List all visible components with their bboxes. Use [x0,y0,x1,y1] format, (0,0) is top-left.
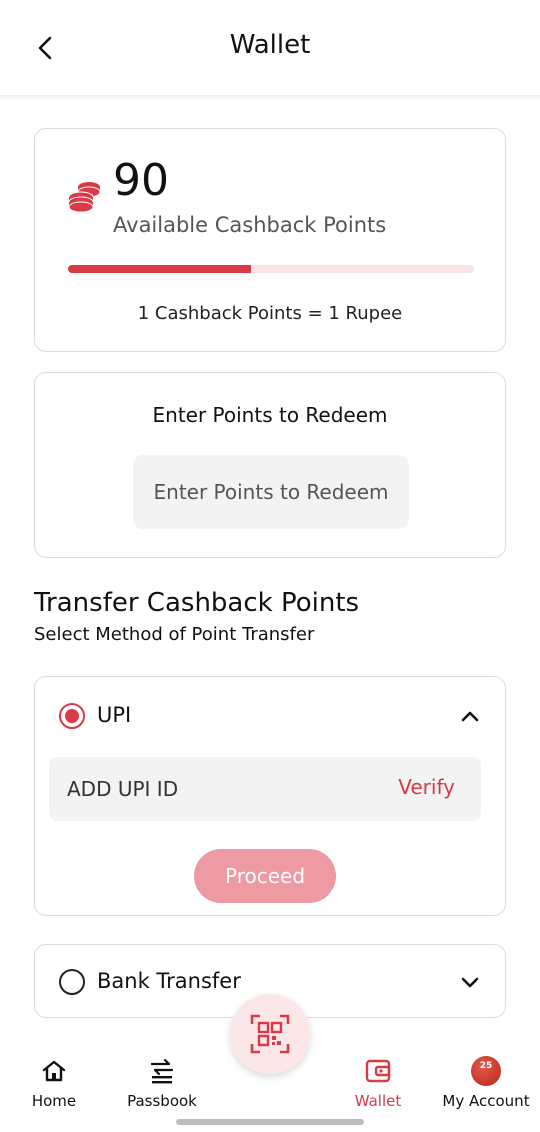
redeem-card: Enter Points to Redeem [34,372,506,558]
nav-wallet-label: Wallet [354,1092,402,1110]
proceed-button[interactable]: Proceed [194,849,336,903]
avatar-badge: 25 [479,1061,493,1071]
nav-wallet[interactable]: Wallet [348,1056,408,1110]
transfer-section-subtitle: Select Method of Point Transfer [34,624,315,645]
app-header: Wallet [0,0,540,96]
upi-id-field-container: Verify [49,757,481,821]
points-label: Available Cashback Points [113,213,387,237]
progress-fill [68,265,251,273]
upi-id-input[interactable] [67,757,367,821]
bank-transfer-label: Bank Transfer [97,969,241,993]
home-icon [42,1060,66,1082]
bank-transfer-radio[interactable] [59,969,85,995]
coins-icon [68,182,101,213]
transfer-section-title: Transfer Cashback Points [34,588,360,618]
upi-radio[interactable] [59,703,85,729]
nav-passbook[interactable]: Passbook [122,1056,202,1110]
points-value: 90 [113,155,169,206]
qr-scan-button[interactable] [230,994,310,1074]
redeem-title: Enter Points to Redeem [152,403,388,427]
chevron-up-icon[interactable] [459,705,481,727]
home-indicator [176,1119,364,1125]
nav-home-label: Home [31,1092,77,1110]
redeem-points-input[interactable] [133,455,409,529]
upi-label: UPI [97,703,132,727]
avatar: 25 [471,1056,501,1086]
points-progress-bar [68,265,474,273]
nav-passbook-label: Passbook [127,1092,197,1110]
page-title: Wallet [229,30,311,60]
verify-button[interactable]: Verify [398,775,455,799]
conversion-rate-text: 1 Cashback Points = 1 Rupee [137,303,403,324]
passbook-icon [150,1058,174,1084]
wallet-icon [365,1059,391,1083]
nav-account-label: My Account [442,1092,530,1110]
chevron-down-icon[interactable] [459,971,481,993]
cashback-card: 90 Available Cashback Points 1 Cashback … [34,128,506,352]
nav-my-account[interactable]: 25 My Account [440,1056,532,1110]
qr-scan-icon [250,1014,290,1054]
upi-method-card: UPI Verify Proceed [34,676,506,916]
nav-home[interactable]: Home [24,1056,84,1110]
